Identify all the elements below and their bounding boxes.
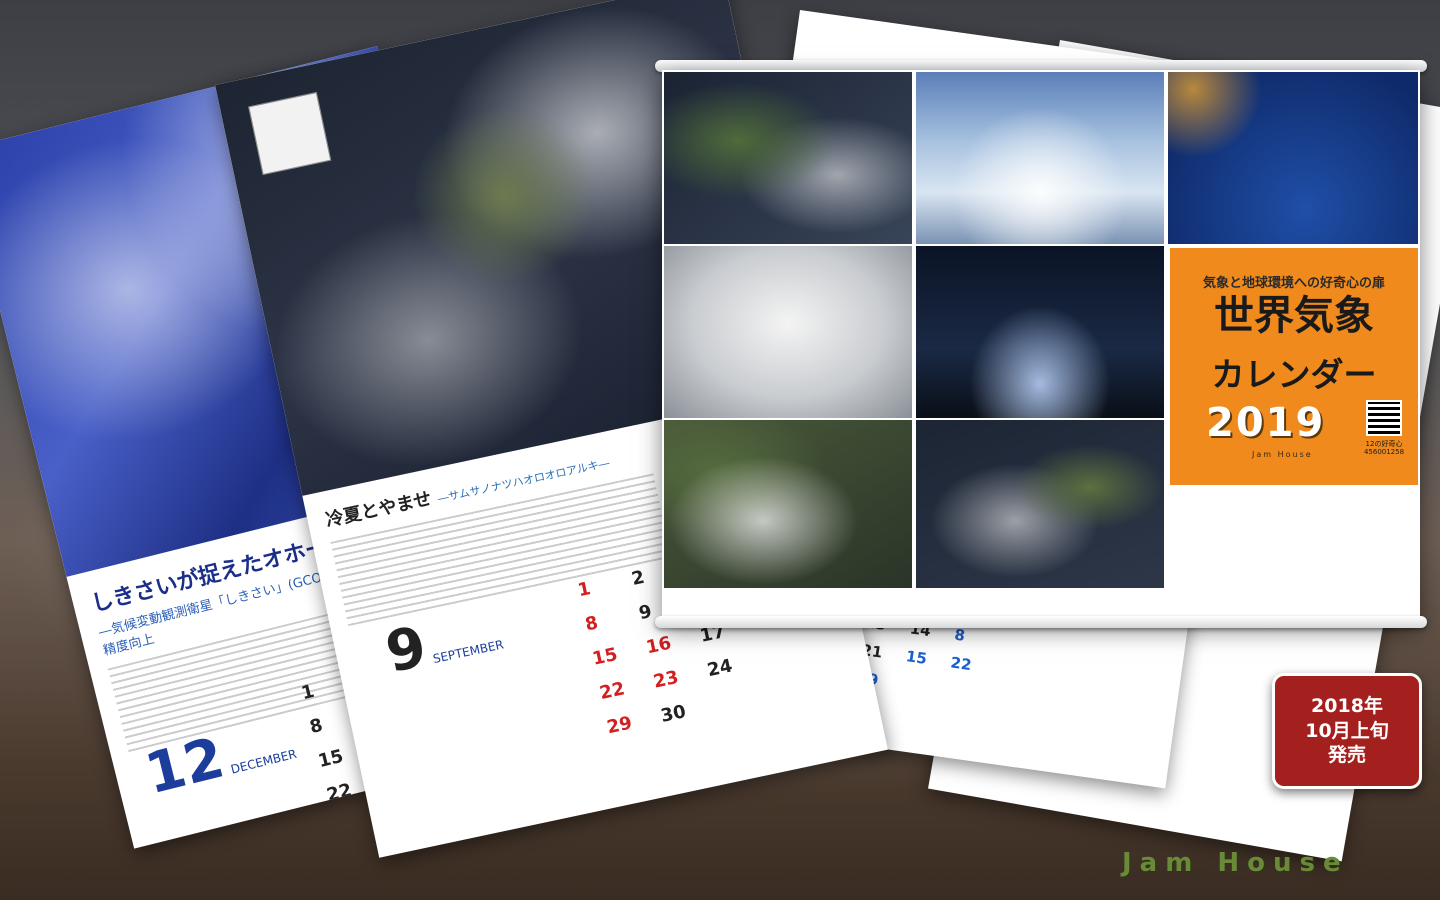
calendar-day: 23 [651, 666, 681, 693]
calendar-day: 16 [644, 632, 674, 659]
calendar-day: 22 [949, 653, 973, 675]
cover-subtitle: カレンダー [1211, 355, 1377, 394]
cover-year: 2019 [1206, 400, 1326, 446]
badge-line-month: 10月上旬 [1305, 719, 1389, 742]
cover-title-panel: 気象と地球環境への好奇心の扉 世界気象 カレンダー 2019 Jam House… [1170, 248, 1418, 485]
qr-code-icon [1366, 400, 1402, 436]
hanger-bar-bottom [655, 616, 1427, 628]
cover-photo-japan-clouds [664, 72, 912, 244]
qr-caption: 12の好奇心 456001258 [1363, 440, 1405, 457]
calendar-day: 15 [590, 644, 620, 670]
cover-photo-japan-north [916, 420, 1164, 588]
calendar-day [946, 681, 993, 705]
calendar-day: 30 [658, 701, 688, 727]
calendar-day: 22 [597, 678, 627, 705]
calendar-day: 29 [605, 712, 634, 739]
calendar-day [901, 675, 948, 699]
month-name: DECEMBER [229, 746, 299, 777]
calendar-day: 8 [953, 625, 967, 645]
calendar-cover: 気象と地球環境への好奇心の扉 世界気象 カレンダー 2019 Jam House… [662, 70, 1420, 622]
calendar-day: 8 [583, 612, 600, 636]
release-date-badge: 2018年 10月上旬 発売 [1272, 673, 1422, 789]
cover-title: 世界気象 [1214, 293, 1374, 339]
weather-map-inset [248, 92, 332, 176]
brand-logo: Jam House [1122, 848, 1349, 878]
month-name: SEPTEMBER [431, 637, 505, 667]
badge-line-year: 2018年 [1311, 694, 1383, 717]
cover-photo-aerial-clouds [916, 72, 1164, 244]
cover-publisher: Jam House [1252, 450, 1313, 459]
calendar-day: 15 [904, 647, 929, 668]
cover-photo-cyclone [664, 246, 912, 418]
cover-photo-cloud-cover [664, 420, 912, 588]
cover-photo-light-pillars [916, 246, 1164, 418]
calendar-day: 24 [705, 655, 735, 682]
badge-line-release: 発売 [1327, 744, 1366, 767]
cover-tagline: 気象と地球環境への好奇心の扉 [1202, 276, 1385, 291]
cover-photo-ocean-currents [1168, 72, 1418, 244]
month-number: 9 [380, 614, 432, 686]
